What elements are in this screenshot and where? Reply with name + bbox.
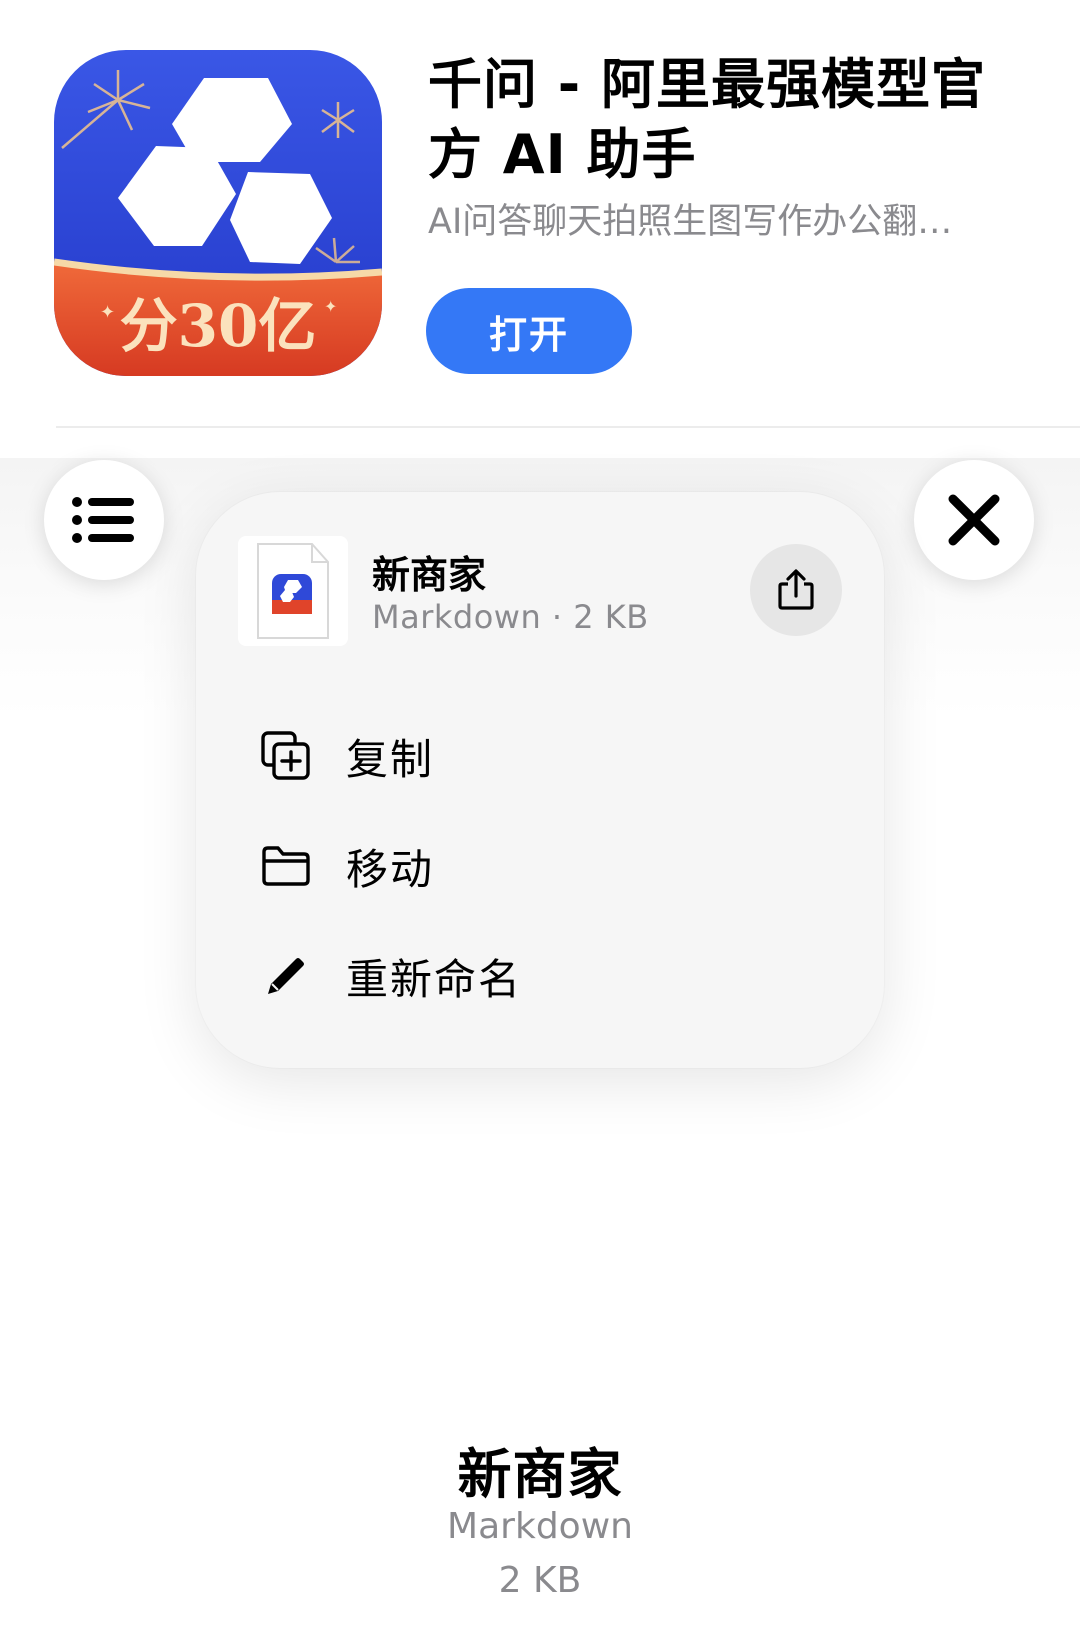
file-meta: Markdown · 2 KB: [372, 598, 649, 636]
pencil-icon: [256, 946, 316, 1006]
folder-icon: [256, 836, 316, 896]
svg-text:分30亿: 分30亿: [120, 292, 317, 360]
menu-item-rename[interactable]: 重新命名: [256, 936, 816, 1016]
file-info-size: 2 KB: [498, 1560, 582, 1601]
menu-item-move[interactable]: 移动: [256, 826, 816, 906]
file-info-type: Markdown: [447, 1506, 633, 1547]
share-icon: [778, 569, 814, 610]
menu-item-duplicate[interactable]: 复制: [256, 716, 816, 796]
svg-text:✦: ✦: [324, 297, 337, 316]
app-icon[interactable]: 分30亿 ✦ ✦: [54, 50, 382, 376]
banner-divider: [56, 426, 1080, 428]
file-thumbnail: [238, 536, 348, 646]
menu-item-label: 复制: [346, 734, 435, 784]
app-subtitle: AI问答聊天拍照生图写作办公翻…: [428, 202, 953, 242]
list-button[interactable]: [44, 460, 164, 580]
svg-text:✦: ✦: [100, 302, 115, 323]
open-app-button[interactable]: 打开: [426, 288, 632, 374]
file-name: 新商家: [372, 553, 487, 597]
app-title: 千问 - 阿里最强模型官方 AI 助手: [428, 53, 987, 186]
close-button[interactable]: [914, 460, 1034, 580]
close-icon: [948, 494, 1000, 546]
menu-item-label: 重新命名: [346, 954, 523, 1004]
share-button[interactable]: [750, 544, 842, 636]
list-icon: [72, 497, 134, 543]
file-action-menu: 新商家 Markdown · 2 KB 复制 移动 重新命名: [196, 492, 884, 1068]
duplicate-icon: [256, 726, 316, 786]
menu-item-label: 移动: [346, 844, 435, 894]
document-icon: [257, 543, 329, 639]
file-info-name: 新商家: [457, 1443, 623, 1506]
app-store-banner: 分30亿 ✦ ✦ 千问 - 阿里最强模型官方 AI 助手 AI问答聊天拍照生图写…: [0, 0, 1080, 458]
